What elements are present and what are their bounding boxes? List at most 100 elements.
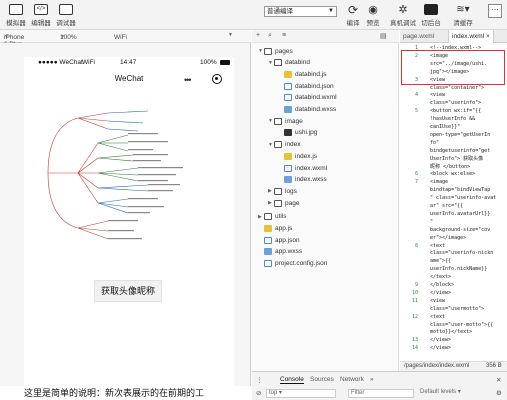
- folder-icon: [274, 59, 282, 67]
- phone-icon: [8, 3, 24, 16]
- line-number: 11: [411, 297, 418, 304]
- code-line: ": [430, 218, 434, 225]
- more-tabs-icon[interactable]: »: [370, 376, 374, 383]
- code-line: userInfo.nickName}}: [430, 266, 488, 273]
- line-number: [400, 156, 418, 163]
- preview-button[interactable]: ◉ 预览: [360, 3, 386, 27]
- phone-screen: ●●●●● WeChat WiFi 14:47 100% WeChat •••: [24, 57, 234, 400]
- tree-item-label: databind.js: [295, 70, 327, 78]
- tree-item[interactable]: app.json: [258, 235, 300, 245]
- more-icon[interactable]: ⋯: [488, 4, 502, 18]
- js-file-icon: [284, 152, 292, 160]
- tab-index-wxml[interactable]: index.wxml ×: [448, 30, 494, 43]
- tree-item[interactable]: ▶ logs: [268, 186, 297, 196]
- code-line: <text: [430, 313, 446, 320]
- settings-gear-icon[interactable]: ⚙: [496, 389, 502, 397]
- console-panel: ⋮ Console Sources Network » ✕ ⊘ top ▾ Fi…: [252, 371, 507, 400]
- tab-page-wxml[interactable]: page.wxml: [400, 30, 437, 43]
- tree-item[interactable]: app.js: [258, 224, 292, 234]
- editor-button[interactable]: </> 编辑器: [28, 3, 54, 27]
- nav-bar: WeChat •••: [24, 67, 234, 91]
- more-dots-icon[interactable]: •••: [184, 75, 192, 85]
- background-button[interactable]: 切后台: [418, 3, 444, 27]
- code-line: ar" src="{{: [430, 203, 464, 209]
- line-number: 10: [411, 289, 418, 296]
- clear-cache-button[interactable]: ≋▾ 清缓存: [450, 3, 476, 27]
- json-file-icon: [264, 260, 272, 268]
- code-line: </view>: [430, 337, 452, 344]
- editor-status-bar: /pages/index/index.wxml 356 B: [400, 361, 507, 371]
- debug-icon: [58, 3, 74, 16]
- code-line: <text: [430, 242, 446, 249]
- switch-icon: [423, 3, 439, 16]
- code-line: userInfo.avatarUrl}}: [430, 210, 491, 217]
- line-gutter: 1 2 3 4 5 6 7 8 9 10 11 12 13 14: [400, 43, 420, 361]
- tree-item[interactable]: project.config.json: [258, 259, 327, 269]
- console-close-icon[interactable]: ✕: [496, 376, 501, 384]
- json-file-icon: [284, 82, 292, 90]
- clear-console-icon[interactable]: ⊘: [256, 389, 261, 397]
- menu-icon[interactable]: ≡: [282, 32, 286, 39]
- code-line: <image: [430, 179, 449, 186]
- tab-console[interactable]: Console: [280, 376, 304, 384]
- tree-item[interactable]: databind.wxml: [278, 93, 337, 103]
- compile-mode-select[interactable]: 普通编译 ▼: [264, 6, 337, 17]
- tree-item-label: index.wxml: [295, 164, 328, 172]
- code-line: class="container">: [430, 84, 485, 91]
- tree-item[interactable]: ▼ pages: [258, 46, 293, 56]
- line-number: [400, 266, 418, 273]
- add-icon[interactable]: +: [256, 32, 260, 39]
- tree-header: + ⌕ ≡ ▤: [252, 30, 399, 43]
- tree-item[interactable]: ▼ image: [268, 116, 303, 126]
- code-line: <block wx:else>: [430, 171, 476, 178]
- simulator-button[interactable]: 模拟器: [3, 3, 29, 27]
- close-circle-icon[interactable]: [212, 74, 222, 84]
- tree-item[interactable]: index.js: [278, 151, 317, 161]
- get-userinfo-button[interactable]: 获取头像昵称: [94, 280, 162, 302]
- line-number: [400, 195, 418, 202]
- tree-item-label: logs: [285, 187, 297, 195]
- code-line: <button wx:if="{{: [430, 108, 482, 115]
- refresh-icon: ⟳: [347, 2, 359, 17]
- json-file-icon: [264, 236, 272, 244]
- close-icon[interactable]: ×: [486, 33, 490, 40]
- line-number: [400, 219, 418, 226]
- filter-input[interactable]: Filter: [348, 389, 414, 398]
- debugger-button[interactable]: 调试器: [53, 3, 79, 27]
- tree-item[interactable]: app.wxss: [258, 247, 302, 257]
- tree-item[interactable]: index.wxss: [278, 175, 327, 185]
- code-line: " class="userinfo-avat: [430, 195, 497, 202]
- context-select[interactable]: top ▾: [266, 389, 336, 398]
- code-line: fo": [430, 139, 440, 146]
- line-number: 12: [411, 313, 418, 320]
- tree-item[interactable]: databind.json: [278, 81, 334, 91]
- folder-icon: [274, 141, 282, 149]
- search-icon[interactable]: ⌕: [268, 32, 272, 40]
- simulator-panel: ●●●●● WeChat WiFi 14:47 100% WeChat •••: [0, 43, 251, 400]
- code-line: !hasUserInfo &&: [430, 116, 476, 123]
- console-menu-icon[interactable]: ⋮: [256, 376, 263, 384]
- tree-item[interactable]: databind.wxss: [278, 105, 336, 115]
- tab-network[interactable]: Network: [340, 376, 364, 383]
- code-line: class="user-motto">{{: [430, 321, 494, 328]
- tree-item[interactable]: index.wxml: [278, 163, 327, 173]
- tree-item[interactable]: databind.js: [278, 69, 326, 79]
- tree-item[interactable]: ▼ index: [268, 140, 301, 150]
- tree-item[interactable]: ▶ utils: [258, 212, 287, 222]
- levels-select[interactable]: Default levels ▾: [418, 389, 482, 398]
- line-number: 7: [414, 179, 418, 186]
- chevron-down-icon[interactable]: ▼: [228, 32, 233, 38]
- tab-sources[interactable]: Sources: [310, 376, 334, 383]
- layout-icon[interactable]: ▤: [380, 32, 387, 40]
- remote-debug-button[interactable]: ✲ 真机调试: [390, 3, 416, 27]
- tree-item-label: app.json: [275, 236, 300, 244]
- battery-icon: [220, 60, 230, 65]
- code-editor[interactable]: 1 2 3 4 5 6 7 8 9 10 11 12 13 14 <!--index.wxml--> <im…: [400, 43, 507, 361]
- tree-item[interactable]: ▶ page: [268, 198, 299, 208]
- line-number: [400, 116, 418, 123]
- tree-item[interactable]: ▼ databind: [268, 58, 310, 68]
- tree-item-label: ushi.jpg: [295, 129, 318, 137]
- img-file-icon: [284, 129, 292, 137]
- tree-item-label: databind.json: [295, 82, 334, 90]
- tree-item[interactable]: ushi.jpg: [278, 128, 317, 138]
